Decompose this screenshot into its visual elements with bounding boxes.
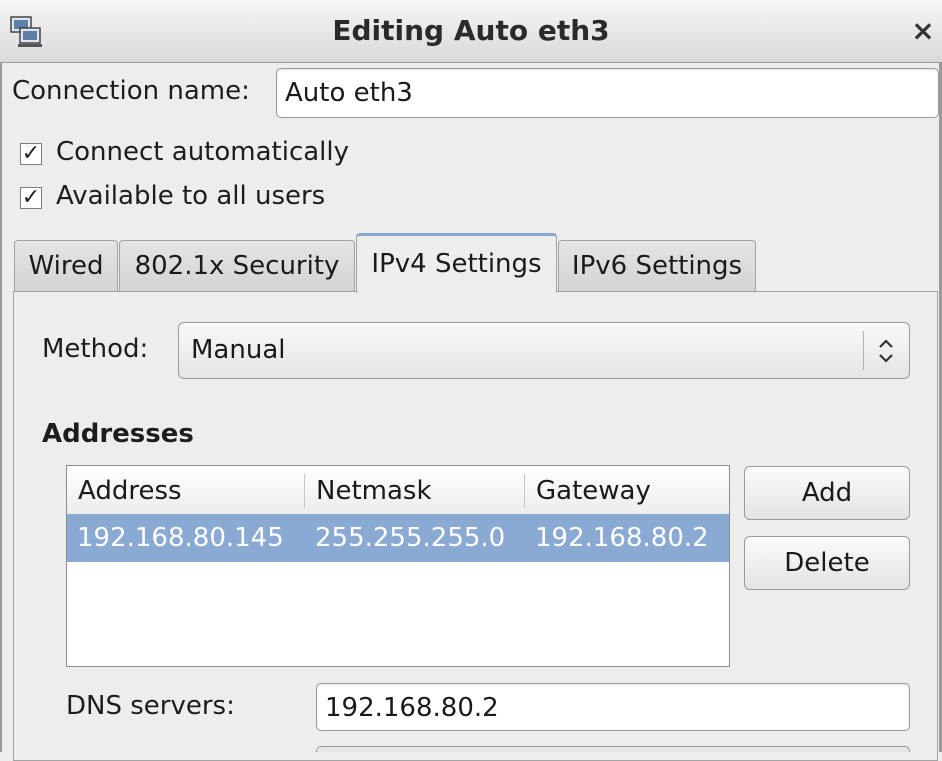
up-down-arrows-icon	[879, 339, 893, 363]
add-button[interactable]: Add	[744, 466, 910, 520]
table-row[interactable]: 192.168.80.145 255.255.255.0 192.168.80.…	[67, 514, 729, 562]
dns-servers-input[interactable]: 192.168.80.2	[316, 683, 910, 731]
cell-gateway: 192.168.80.2	[535, 523, 709, 553]
tab-8021x-security[interactable]: 802.1x Security	[119, 240, 355, 292]
connect-automatically-label[interactable]: Connect automatically	[56, 137, 349, 167]
available-all-users-checkbox[interactable]: ✓	[20, 187, 42, 209]
connect-automatically-checkbox[interactable]: ✓	[20, 143, 42, 165]
connection-name-input[interactable]: Auto eth3	[276, 68, 939, 118]
tab-ipv6-settings[interactable]: IPv6 Settings	[558, 240, 756, 292]
window-frame-left	[0, 62, 2, 752]
method-combo[interactable]: Manual	[178, 322, 910, 379]
combo-separator	[863, 331, 864, 370]
window-title: Editing Auto eth3	[332, 14, 610, 47]
addresses-table[interactable]: Address Netmask Gateway	[66, 465, 730, 667]
column-header-netmask[interactable]: Netmask	[305, 466, 525, 516]
addresses-heading: Addresses	[42, 419, 194, 449]
tab-ipv4-settings[interactable]: IPv4 Settings	[356, 233, 557, 293]
method-label: Method:	[42, 334, 149, 364]
connection-name-label: Connection name:	[12, 76, 250, 106]
cell-address: 192.168.80.145	[77, 523, 284, 553]
column-separator	[524, 474, 525, 508]
column-header-address[interactable]: Address	[67, 466, 305, 516]
title-bar: Editing Auto eth3 ×	[0, 0, 942, 63]
column-separator	[304, 474, 305, 508]
method-value: Manual	[191, 335, 286, 365]
delete-button[interactable]: Delete	[744, 536, 910, 590]
tab-wired[interactable]: Wired	[14, 240, 118, 292]
close-button[interactable]: ×	[908, 16, 938, 46]
column-header-gateway[interactable]: Gateway	[525, 466, 729, 516]
available-all-users-label[interactable]: Available to all users	[56, 181, 325, 211]
cell-netmask: 255.255.255.0	[315, 523, 506, 553]
next-field-partial	[316, 746, 910, 752]
dns-servers-label: DNS servers:	[66, 691, 235, 721]
